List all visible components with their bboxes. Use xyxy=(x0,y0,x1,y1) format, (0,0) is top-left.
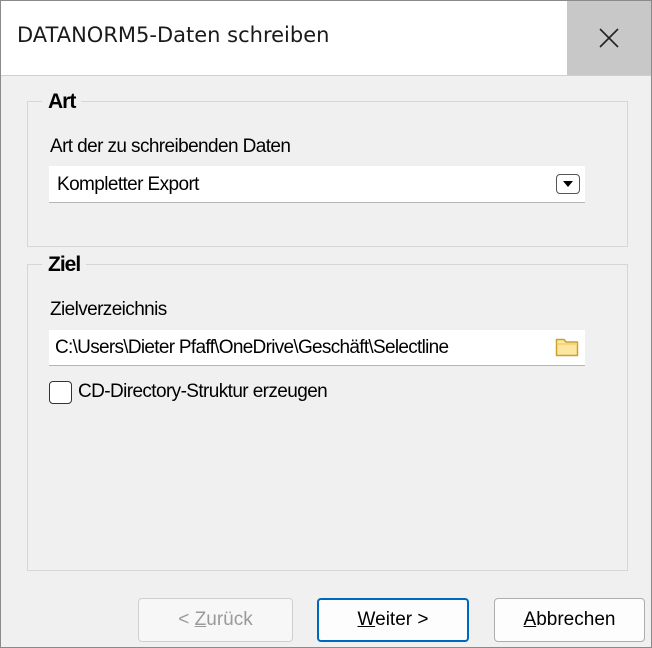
next-label: eiter > xyxy=(375,609,429,630)
ziel-group: Ziel Zielverzeichnis C:\Users\Dieter Pfa… xyxy=(27,253,628,571)
art-group-title: Art xyxy=(42,90,82,114)
cancel-mnemonic: A xyxy=(523,609,537,630)
art-group: Art Art der zu schreibenden Daten Komple… xyxy=(27,90,628,247)
cancel-label: bbrechen xyxy=(536,609,616,630)
folder-icon xyxy=(555,338,579,357)
close-button[interactable] xyxy=(567,1,651,75)
close-icon xyxy=(599,28,619,48)
target-directory-input[interactable]: C:\Users\Dieter Pfaff\OneDrive\Geschäft\… xyxy=(49,330,585,366)
cancel-button[interactable]: Abbrechen xyxy=(494,598,645,642)
window-title: DATANORM5-Daten schreiben xyxy=(17,23,330,47)
chevron-down-icon[interactable] xyxy=(556,174,580,194)
browse-folder-button[interactable] xyxy=(555,336,581,358)
next-mnemonic: W xyxy=(357,609,376,630)
art-dropdown-value: Kompletter Export xyxy=(57,174,199,195)
dialog-window: DATANORM5-Daten schreiben Art Art der zu… xyxy=(0,0,652,648)
cd-directory-checkbox[interactable] xyxy=(49,381,72,404)
back-button[interactable]: < Zurück xyxy=(138,598,293,642)
art-field-label: Art der zu schreibenden Daten xyxy=(50,136,291,157)
back-label: urück xyxy=(206,609,253,630)
back-prefix: < xyxy=(178,609,195,630)
ziel-field-label: Zielverzeichnis xyxy=(50,299,167,320)
cd-directory-label: CD-Directory-Struktur erzeugen xyxy=(78,381,328,402)
title-bar: DATANORM5-Daten schreiben xyxy=(1,1,651,76)
art-dropdown[interactable]: Kompletter Export xyxy=(49,166,585,203)
back-mnemonic: Z xyxy=(194,609,207,630)
ziel-group-title: Ziel xyxy=(42,253,87,277)
next-button[interactable]: Weiter > xyxy=(317,598,469,642)
target-directory-value: C:\Users\Dieter Pfaff\OneDrive\Geschäft\… xyxy=(55,337,449,358)
